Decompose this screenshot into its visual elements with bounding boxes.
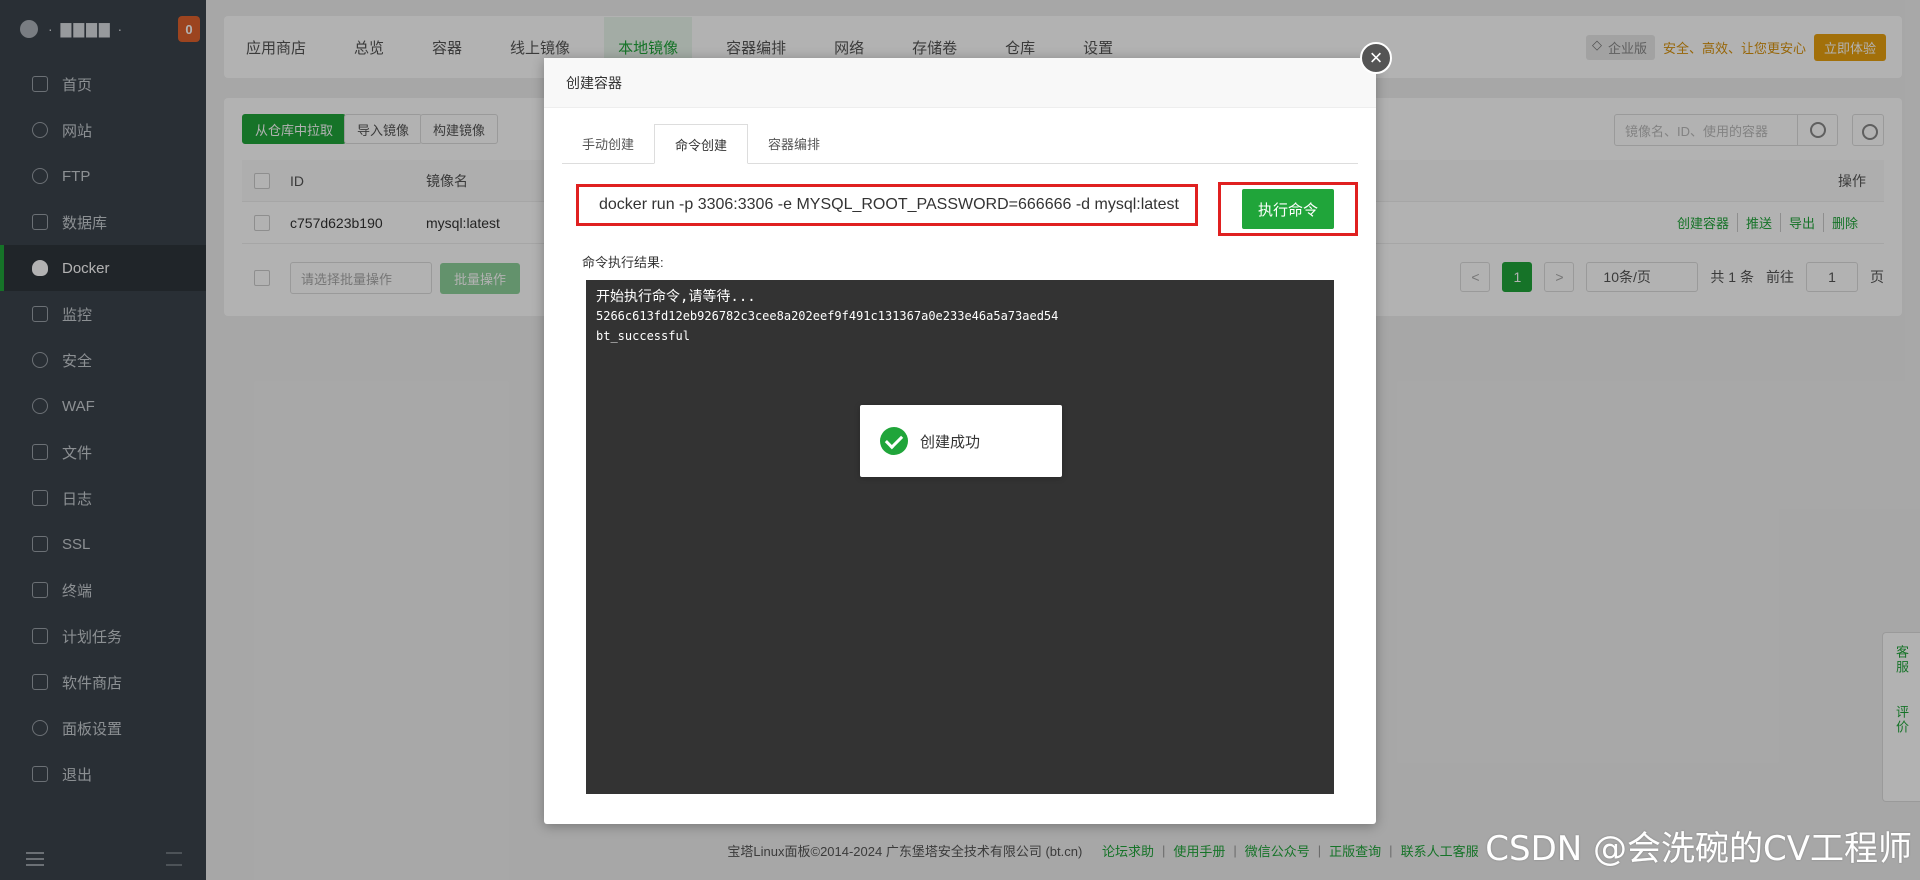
command-output-console[interactable]: 开始执行命令,请等待... 5266c613fd12eb926782c3cee8… [586, 280, 1334, 794]
success-toast: 创建成功 [860, 405, 1062, 477]
dialog-tabs: 手动创建 命令创建 容器编排 [562, 124, 1358, 164]
console-line: 5266c613fd12eb926782c3cee8a202eef9f491c1… [596, 309, 1059, 323]
tab-compose-create[interactable]: 容器编排 [748, 123, 840, 163]
tab-manual-create[interactable]: 手动创建 [562, 123, 654, 163]
toast-message: 创建成功 [920, 433, 981, 451]
result-label: 命令执行结果: [582, 255, 664, 270]
dialog-title: 创建容器 [544, 58, 1376, 108]
console-line: bt_successful [596, 329, 690, 343]
console-line: 开始执行命令,请等待... [596, 289, 756, 305]
watermark: CSDN @会洗碗的CV工程师 [1485, 829, 1912, 869]
exec-highlight: 执行命令 [1218, 182, 1358, 236]
command-input[interactable] [579, 187, 1195, 223]
tab-command-create[interactable]: 命令创建 [654, 124, 749, 164]
close-icon: × [1369, 45, 1383, 70]
success-check-icon [880, 427, 908, 455]
execute-command-button[interactable]: 执行命令 [1242, 189, 1334, 229]
close-dialog-button[interactable]: × [1360, 42, 1392, 74]
command-highlight [576, 184, 1198, 226]
